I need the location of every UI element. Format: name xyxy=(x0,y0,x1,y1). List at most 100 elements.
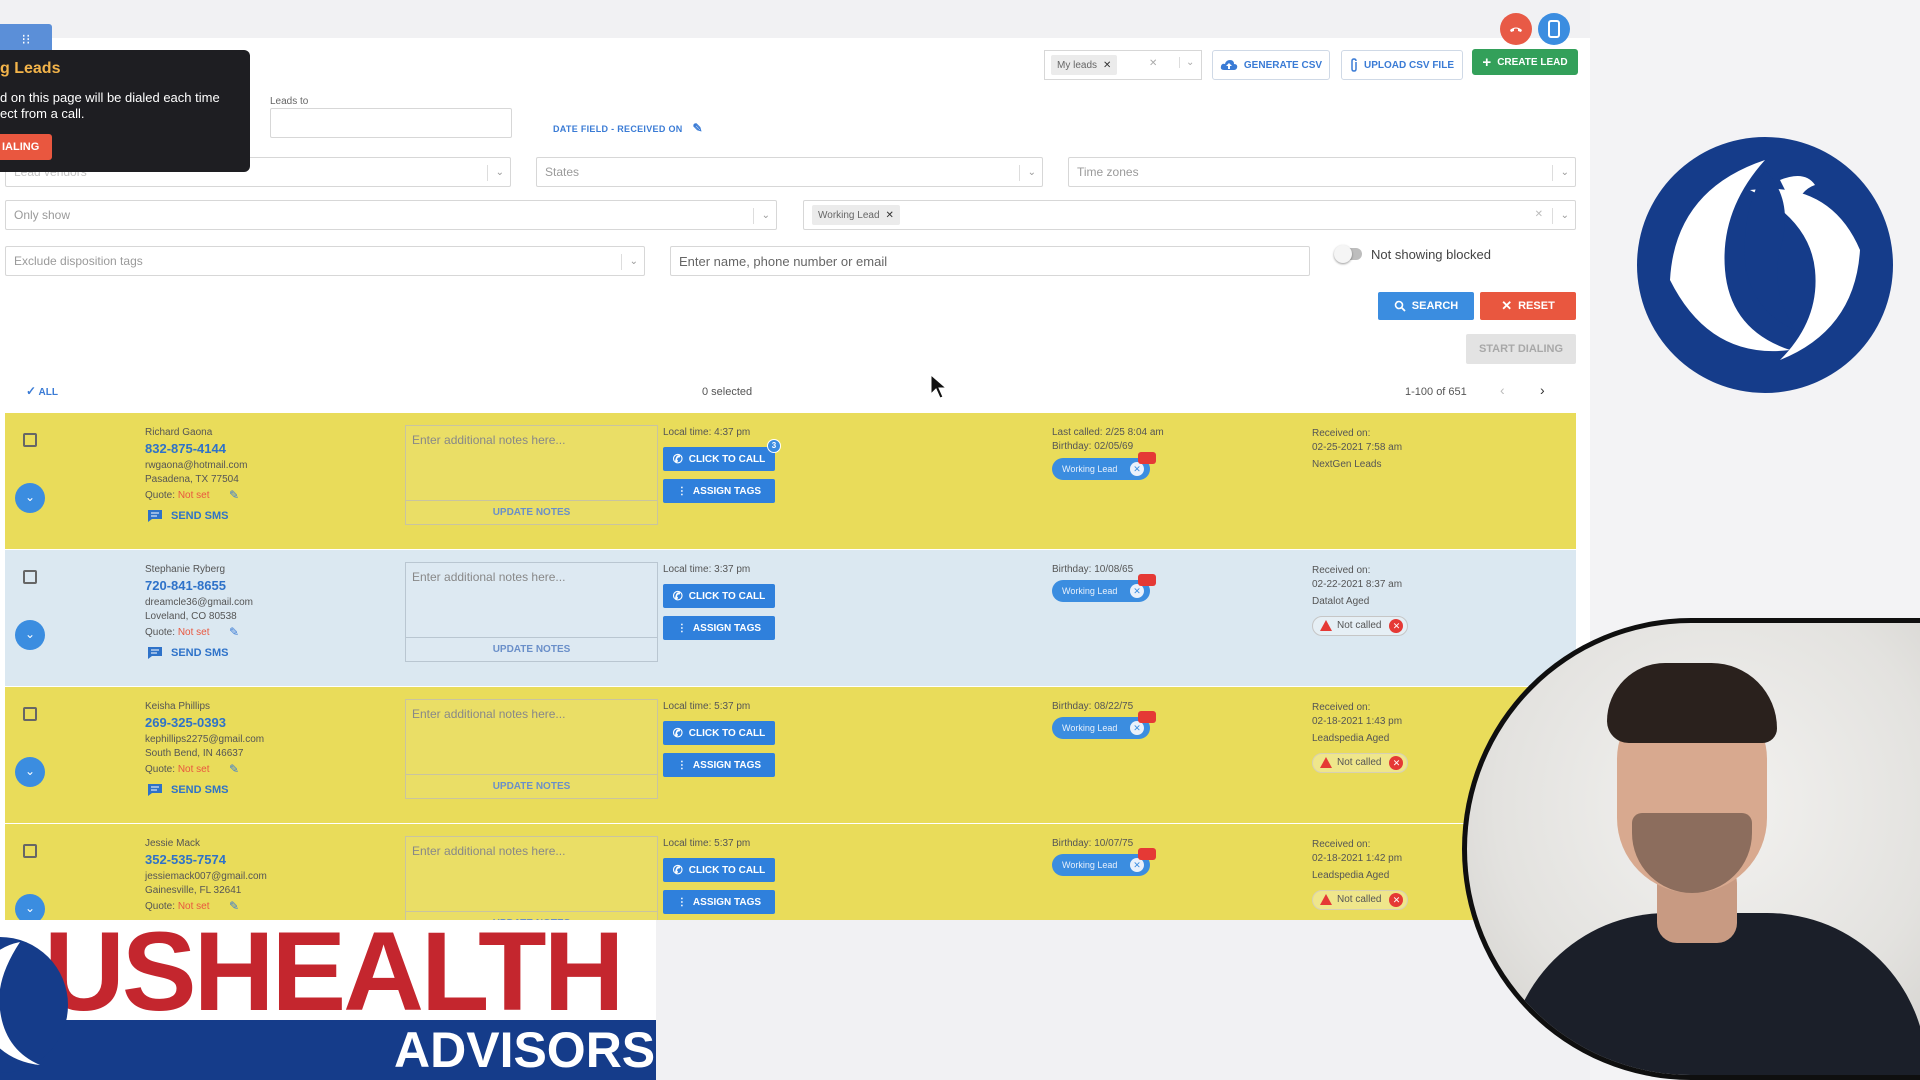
assign-tags-button[interactable]: ⋮ ASSIGN TAGS xyxy=(663,616,775,640)
lead-name: Jessie Mack xyxy=(145,838,201,849)
notes-textarea[interactable]: Enter additional notes here... UPDATE NOT… xyxy=(405,699,658,799)
hangup-button[interactable] xyxy=(1500,13,1532,45)
ushealth-logo-icon xyxy=(1637,137,1893,393)
reset-button[interactable]: ✕ RESET xyxy=(1480,292,1576,320)
close-icon[interactable]: ✕ xyxy=(1389,893,1404,907)
chevron-down-icon[interactable]: ⌄ xyxy=(1551,165,1569,181)
lead-row[interactable]: ⌄ Richard Gaona 832-875-4144 rwgaona@hot… xyxy=(5,413,1576,549)
chevron-down-icon[interactable]: ⌄ xyxy=(620,254,638,270)
update-notes-button[interactable]: UPDATE NOTES xyxy=(406,911,657,920)
notes-textarea[interactable]: Enter additional notes here... UPDATE NOT… xyxy=(405,425,658,525)
tag-remove-icon[interactable]: ✕ xyxy=(1130,462,1144,476)
chevron-down-icon[interactable]: ⌄ xyxy=(1179,57,1194,68)
clear-select-icon[interactable]: ✕ xyxy=(1535,209,1543,220)
row-checkbox[interactable] xyxy=(23,433,37,447)
received-label: Received on: xyxy=(1312,428,1371,439)
chevron-down-icon[interactable]: ⌄ xyxy=(1018,165,1036,181)
tag-remove-icon[interactable]: ✕ xyxy=(1130,721,1144,735)
states-select[interactable]: States ⌄ xyxy=(536,157,1043,187)
pencil-icon[interactable]: ✎ xyxy=(693,121,703,135)
click-to-call-button[interactable]: ✆ CLICK TO CALL 3 xyxy=(663,439,781,471)
warning-icon xyxy=(1320,757,1332,768)
banner-logo-icon xyxy=(0,937,68,1073)
send-sms-button[interactable]: SEND SMS xyxy=(147,509,228,523)
lead-phone[interactable]: 352-535-7574 xyxy=(145,852,226,867)
lead-received: Received on: 02-25-2021 7:58 am NextGen Le… xyxy=(1312,427,1402,472)
date-field-link[interactable]: DATE FIELD - RECEIVED ON ✎ xyxy=(553,121,703,135)
lead-phone[interactable]: 720-841-8655 xyxy=(145,578,226,593)
chevron-down-icon[interactable]: ⌄ xyxy=(752,208,770,224)
click-to-call-button[interactable]: ✆ CLICK TO CALL xyxy=(663,858,775,882)
tag-remove-icon[interactable]: ✕ xyxy=(1130,858,1144,872)
row-checkbox[interactable] xyxy=(23,570,37,584)
warning-icon xyxy=(1320,894,1332,905)
lead-row[interactable]: ⌄ Stephanie Ryberg 720-841-8655 dreamcle… xyxy=(5,550,1576,686)
lead-phone[interactable]: 269-325-0393 xyxy=(145,715,226,730)
send-sms-button[interactable]: SEND SMS xyxy=(147,783,228,797)
lead-row[interactable]: ⌄ Jessie Mack 352-535-7574 jessiemack007… xyxy=(5,824,1576,920)
chip-close-icon[interactable]: ✕ xyxy=(886,210,894,221)
update-notes-button[interactable]: UPDATE NOTES xyxy=(406,637,657,661)
chevron-right-icon[interactable]: › xyxy=(1540,382,1545,398)
lead-birthday: Birthday: 10/08/65 xyxy=(1052,564,1134,575)
pencil-icon[interactable]: ✎ xyxy=(229,488,239,502)
click-to-call-button[interactable]: ✆ CLICK TO CALL xyxy=(663,721,775,745)
chevron-down-icon[interactable]: ⌄ xyxy=(486,165,504,181)
assign-tags-button[interactable]: ⋮ ASSIGN TAGS xyxy=(663,890,775,914)
start-dialing-button[interactable]: START DIALING xyxy=(1466,334,1576,364)
send-sms-button[interactable]: SEND SMS xyxy=(147,646,228,660)
not-called-label: Not called xyxy=(1337,620,1382,631)
close-icon[interactable]: ✕ xyxy=(1389,756,1404,770)
quote-label: Quote: xyxy=(145,627,176,638)
notes-textarea[interactable]: Enter additional notes here... UPDATE NOT… xyxy=(405,836,658,920)
pencil-icon[interactable]: ✎ xyxy=(229,899,239,913)
click-to-call-button[interactable]: ✆ CLICK TO CALL xyxy=(663,584,775,608)
pencil-icon[interactable]: ✎ xyxy=(229,762,239,776)
chevron-down-icon[interactable]: ⌄ xyxy=(15,620,45,650)
paperclip-icon xyxy=(1351,58,1357,72)
chevron-down-icon[interactable]: ⌄ xyxy=(15,757,45,787)
assign-tags-button[interactable]: ⋮ ASSIGN TAGS xyxy=(663,479,775,503)
upload-csv-button[interactable]: UPLOAD CSV FILE xyxy=(1341,50,1463,80)
close-icon[interactable]: ✕ xyxy=(1389,619,1404,633)
lead-email: rwgaona@hotmail.com xyxy=(145,460,248,471)
lead-status-select[interactable]: Working Lead ✕ ✕ ⌄ xyxy=(803,200,1576,230)
search-input[interactable]: Enter name, phone number or email xyxy=(670,246,1310,276)
chevron-down-icon[interactable]: ⌄ xyxy=(15,894,45,920)
only-show-placeholder: Only show xyxy=(14,208,71,222)
clear-select-icon[interactable]: ✕ xyxy=(1149,58,1157,69)
lead-local-time: Local time: 3:37 pm xyxy=(663,564,751,575)
chevron-down-icon[interactable]: ⌄ xyxy=(15,483,45,513)
tooltip-start-button[interactable]: IALING xyxy=(0,134,52,160)
generate-csv-button[interactable]: GENERATE CSV xyxy=(1212,50,1330,80)
chip-close-icon[interactable]: ✕ xyxy=(1103,60,1111,71)
update-notes-button[interactable]: UPDATE NOTES xyxy=(406,774,657,798)
timezones-select[interactable]: Time zones ⌄ xyxy=(1068,157,1576,187)
notes-textarea[interactable]: Enter additional notes here... UPDATE NOT… xyxy=(405,562,658,662)
exclude-tags-select[interactable]: Exclude disposition tags ⌄ xyxy=(5,246,645,276)
not-called-badge: Not called ✕ xyxy=(1312,616,1409,636)
assign-tags-label: ASSIGN TAGS xyxy=(692,759,762,771)
lead-local-time: Local time: 5:37 pm xyxy=(663,838,751,849)
lead-phone[interactable]: 832-875-4144 xyxy=(145,441,226,456)
search-button[interactable]: SEARCH xyxy=(1378,292,1474,320)
assign-tags-button[interactable]: ⋮ ASSIGN TAGS xyxy=(663,753,775,777)
chevron-left-icon[interactable]: ‹ xyxy=(1500,382,1505,398)
select-all-toggle[interactable]: ✓ ALL xyxy=(26,384,58,398)
row-checkbox[interactable] xyxy=(23,707,37,721)
softphone-button[interactable] xyxy=(1538,13,1570,45)
only-show-select[interactable]: Only show ⌄ xyxy=(5,200,777,230)
assign-tags-label: ASSIGN TAGS xyxy=(692,622,762,634)
chevron-down-icon[interactable]: ⌄ xyxy=(1551,208,1569,224)
blocked-toggle[interactable] xyxy=(1334,245,1362,263)
lead-row[interactable]: ⌄ Keisha Phillips 269-325-0393 kephillip… xyxy=(5,687,1576,823)
pencil-icon[interactable]: ✎ xyxy=(229,625,239,639)
quote-value: Not set xyxy=(177,901,210,912)
tag-remove-icon[interactable]: ✕ xyxy=(1130,584,1144,598)
create-lead-button[interactable]: + CREATE LEAD xyxy=(1472,49,1578,75)
row-checkbox[interactable] xyxy=(23,844,37,858)
brand-banner: USHEALTH ADVISORS xyxy=(0,920,656,1080)
lead-owner-select[interactable]: My leads ✕ ✕ ⌄ xyxy=(1044,50,1202,80)
update-notes-button[interactable]: UPDATE NOTES xyxy=(406,500,657,524)
leads-to-date-field[interactable] xyxy=(270,108,512,138)
